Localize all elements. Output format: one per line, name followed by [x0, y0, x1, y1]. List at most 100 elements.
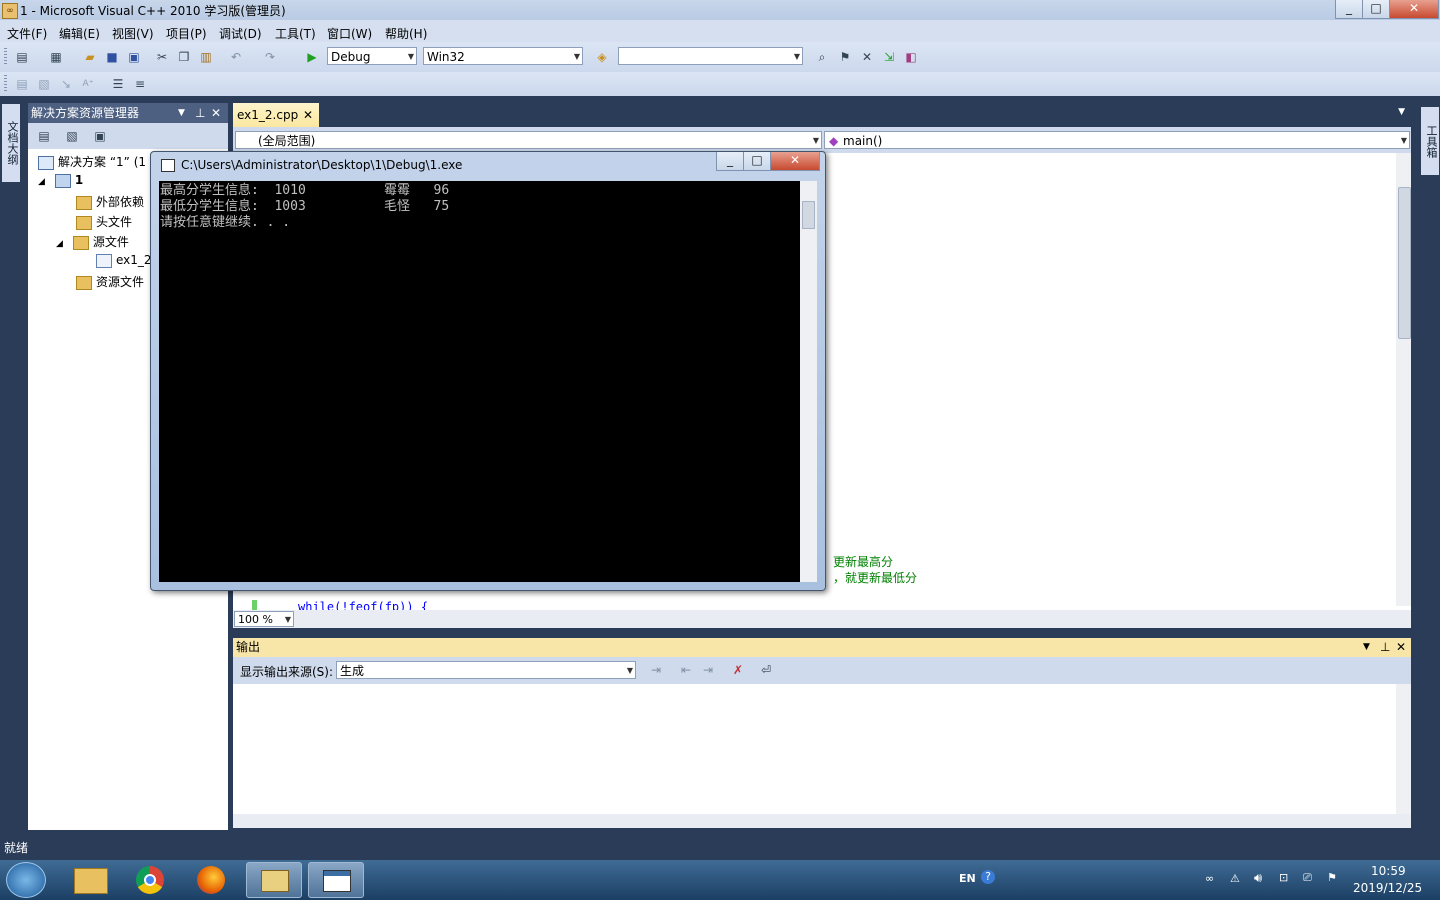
clock-time[interactable]: 10:59 — [1371, 864, 1406, 878]
tree-item-resource-files[interactable]: 资源文件 — [76, 273, 144, 290]
paste-icon[interactable]: ▥ — [198, 49, 214, 65]
platform-select[interactable]: Win32 ▼ — [423, 47, 583, 65]
uncomment-icon[interactable]: ≡ — [132, 76, 148, 92]
pin-icon[interactable]: ⊥ — [195, 103, 205, 123]
network-icon[interactable]: ⊡ — [1279, 871, 1288, 884]
menu-help[interactable]: 帮助(H) — [385, 25, 427, 42]
extension-manager-icon[interactable]: ◧ — [903, 49, 919, 65]
quick-info-icon[interactable]: ↘ — [58, 76, 74, 92]
taskbar-firefox[interactable] — [184, 862, 240, 898]
scope-select[interactable]: (全局范围) ▼ — [235, 131, 822, 149]
parameter-info-icon[interactable]: ▧ — [36, 76, 52, 92]
console-close-button[interactable]: ✕ — [770, 152, 820, 171]
complete-word-icon[interactable]: A⁺ — [80, 76, 96, 92]
member-select[interactable]: ◆ main() ▼ — [824, 131, 1410, 149]
redo-icon[interactable]: ↷ — [262, 49, 278, 65]
start-debugging-icon[interactable]: ▶ — [304, 49, 320, 65]
find-combo[interactable]: ▼ — [618, 47, 803, 65]
help-icon[interactable]: ? — [981, 870, 995, 884]
comment-icon[interactable]: ☰ — [110, 76, 126, 92]
open-file-icon[interactable]: ▰ — [82, 49, 98, 65]
taskbar-visual-cpp[interactable] — [246, 862, 302, 898]
cut-icon[interactable]: ✂ — [154, 49, 170, 65]
expand-arrow-icon[interactable]: ◢ — [56, 239, 63, 249]
menu-project[interactable]: 项目(P) — [166, 25, 207, 42]
copy-icon[interactable]: ❐ — [176, 49, 192, 65]
clear-all-icon[interactable]: ✗ — [730, 662, 746, 678]
new-project-icon[interactable]: ▤ — [14, 49, 30, 65]
network-status-icon[interactable]: ∞ — [1205, 872, 1214, 885]
save-icon[interactable]: ■ — [104, 49, 120, 65]
pin-icon[interactable]: ⊥ — [1380, 638, 1390, 657]
editor-horizontal-scrollbar[interactable]: 100 % ▼ — [233, 610, 1411, 628]
output-source-select[interactable]: 生成 ▼ — [336, 661, 636, 679]
editor-vertical-scrollbar[interactable] — [1396, 153, 1411, 606]
close-button[interactable]: ✕ — [1389, 0, 1439, 19]
volume-icon[interactable]: 🔊︎ — [1254, 871, 1262, 886]
save-all-icon[interactable]: ▣ — [126, 49, 142, 65]
tree-item-header-files[interactable]: 头文件 — [76, 213, 132, 230]
close-icon[interactable]: ✕ — [211, 103, 221, 123]
display-icon[interactable]: ⎚ — [1303, 871, 1312, 885]
menu-file[interactable]: 文件(F) — [7, 25, 47, 42]
console-minimize-button[interactable]: _ — [716, 152, 744, 171]
toolbox-icon[interactable]: ⇲ — [881, 49, 897, 65]
menu-edit[interactable]: 编辑(E) — [59, 25, 100, 42]
next-message-icon[interactable]: ⇥ — [700, 662, 716, 678]
folder-icon — [74, 868, 108, 894]
zoom-select[interactable]: 100 % ▼ — [234, 611, 294, 627]
output-horizontal-scrollbar[interactable] — [233, 814, 1411, 828]
refresh-icon[interactable]: ▣ — [92, 128, 108, 144]
taskbar-console[interactable] — [308, 862, 364, 898]
chevron-down-icon[interactable]: ▼ — [178, 103, 185, 123]
configuration-select[interactable]: Debug ▼ — [327, 47, 417, 65]
close-icon[interactable]: ✕ — [303, 103, 313, 127]
menu-tools[interactable]: 工具(T) — [275, 25, 316, 42]
toolbar-grip[interactable] — [4, 75, 7, 93]
member-list-icon[interactable]: ▤ — [14, 76, 30, 92]
console-maximize-button[interactable]: □ — [743, 152, 771, 171]
minimize-button[interactable]: _ — [1335, 0, 1363, 19]
expand-arrow-icon[interactable]: ◢ — [38, 177, 45, 187]
show-all-files-icon[interactable]: ▧ — [64, 128, 80, 144]
maximize-button[interactable]: □ — [1362, 0, 1390, 19]
go-to-line-icon[interactable]: ⇥ — [648, 662, 664, 678]
start-button[interactable] — [6, 862, 46, 898]
tree-item-external-deps[interactable]: 外部依赖 — [76, 193, 144, 210]
console-output[interactable]: 最高分学生信息: 1010 霉霉 96 最低分学生信息: 1003 毛怪 75 … — [159, 181, 800, 582]
toolbox-tab[interactable]: 工具箱 — [1421, 107, 1439, 175]
console-line: 请按任意键继续. . . — [160, 215, 291, 230]
properties-icon[interactable]: ▤ — [36, 128, 52, 144]
toolbar-grip[interactable] — [4, 48, 7, 66]
tree-item-project[interactable]: ◢ 1 — [38, 173, 83, 188]
menu-window[interactable]: 窗口(W) — [327, 25, 372, 42]
scroll-thumb[interactable] — [1398, 187, 1411, 339]
word-wrap-icon[interactable]: ⏎ — [758, 662, 774, 678]
clock-date[interactable]: 2019/12/25 — [1353, 881, 1422, 895]
menu-view[interactable]: 视图(V) — [112, 25, 154, 42]
chevron-down-icon[interactable]: ▼ — [1398, 107, 1405, 117]
console-scrollbar[interactable] — [800, 181, 817, 582]
undo-icon[interactable]: ↶ — [228, 49, 244, 65]
find-in-files-icon[interactable]: ◈ — [594, 49, 610, 65]
taskbar-explorer[interactable] — [62, 862, 118, 898]
find-icon[interactable]: ⌕ — [814, 49, 830, 65]
add-item-icon[interactable]: ▦ — [48, 49, 64, 65]
tree-item-source-files[interactable]: ◢ 源文件 — [56, 233, 129, 250]
input-language[interactable]: EN — [959, 872, 976, 885]
scroll-thumb[interactable] — [802, 201, 815, 229]
menu-debug[interactable]: 调试(D) — [219, 25, 262, 42]
solution-explorer-icon[interactable]: ⚑ — [837, 49, 853, 65]
previous-message-icon[interactable]: ⇤ — [678, 662, 694, 678]
taskbar-chrome[interactable] — [123, 862, 179, 898]
document-outline-tab[interactable]: 文档大纲 — [2, 104, 20, 182]
tree-item-solution[interactable]: 解决方案 “1” (1 — [38, 153, 146, 170]
tab-ex1-2-cpp[interactable]: ex1_2.cpp ✕ — [233, 103, 319, 127]
close-icon[interactable]: ✕ — [1396, 638, 1406, 657]
properties-icon[interactable]: ✕ — [859, 49, 875, 65]
tree-item-cpp-file[interactable]: ex1_2 — [96, 253, 152, 268]
flag-icon[interactable]: ⚑ — [1327, 871, 1337, 884]
chevron-down-icon[interactable]: ▼ — [1363, 638, 1370, 657]
output-scrollbar[interactable] — [1396, 684, 1411, 814]
action-center-icon[interactable]: ⚠ — [1230, 872, 1240, 885]
